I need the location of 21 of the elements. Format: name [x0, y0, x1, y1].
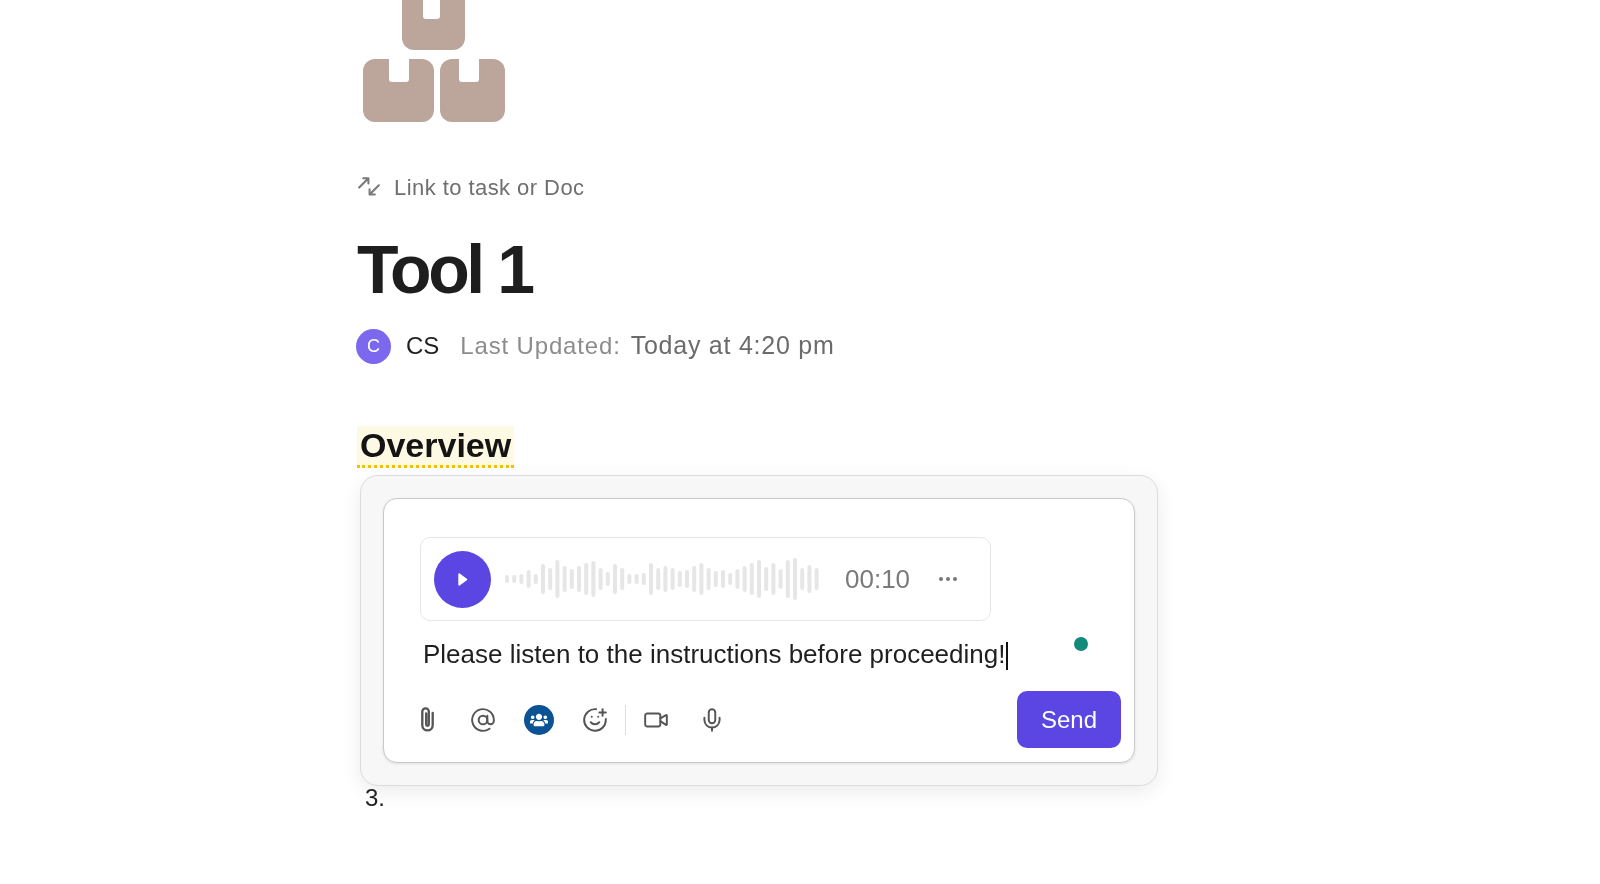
- text-cursor-icon: [1006, 642, 1009, 671]
- list-number: 3.: [365, 786, 385, 811]
- smiley-plus-icon: [582, 706, 608, 733]
- people-icon: [524, 704, 554, 735]
- link-task-button[interactable]: Link to task or Doc: [358, 175, 585, 199]
- play-icon: [458, 572, 469, 586]
- updated-label: Last Updated:: [460, 331, 621, 361]
- boxes-icon: [361, 0, 506, 122]
- avatar: C: [356, 328, 391, 364]
- paperclip-icon: [420, 706, 434, 733]
- doc-title: Tool 1: [357, 235, 532, 303]
- more-icon: [939, 577, 958, 581]
- updated-time: Today at 4:20 pm: [630, 330, 835, 362]
- duration-text: 00:10: [845, 562, 911, 596]
- at-sign-icon: [470, 706, 496, 733]
- message-input[interactable]: Please listen to the instructions before proceeding!: [420, 638, 1074, 671]
- author-name: CS: [406, 331, 440, 361]
- send-button[interactable]: Send: [1017, 691, 1121, 749]
- diagonal-arrows-icon: [358, 176, 380, 198]
- section-heading: Overview: [357, 426, 515, 468]
- play-button[interactable]: [434, 550, 491, 608]
